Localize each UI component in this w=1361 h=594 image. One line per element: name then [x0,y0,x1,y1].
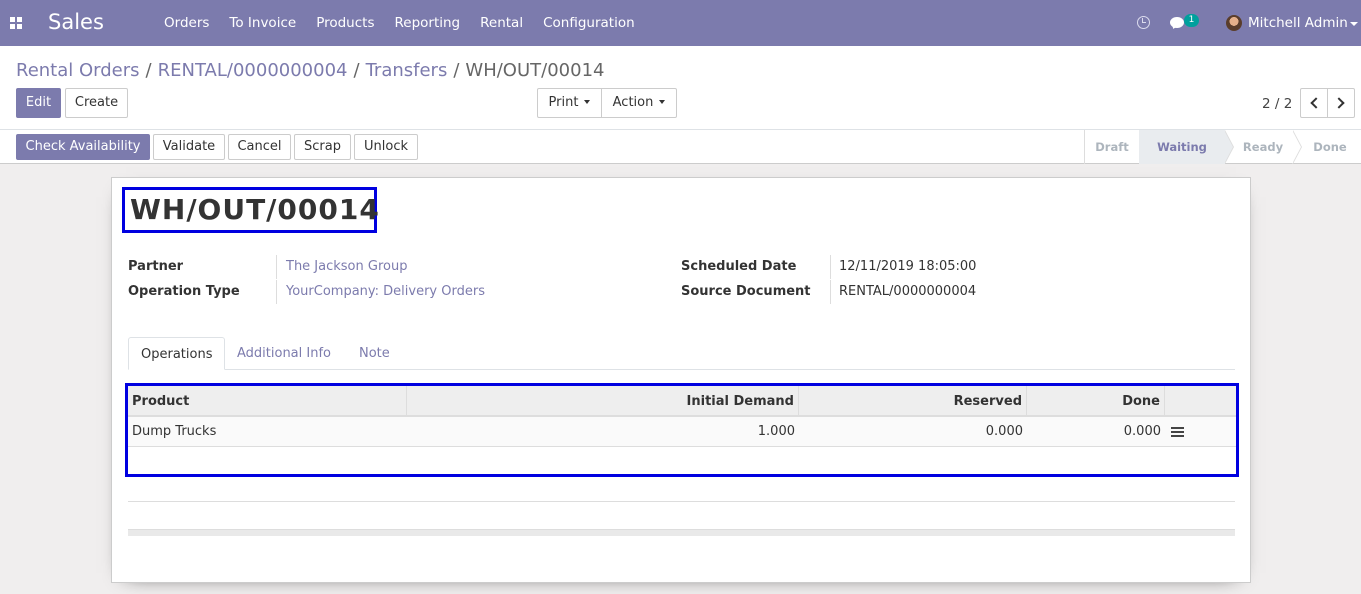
breadcrumb-rental-orders[interactable]: Rental Orders [16,60,140,81]
stage-waiting[interactable]: Waiting [1139,130,1225,164]
caret-down-icon [584,100,591,104]
pager-previous-button[interactable] [1300,88,1328,118]
scheduled-date-field[interactable]: 12/11/2019 18:05:00 [839,259,976,274]
unlock-button[interactable]: Unlock [354,134,418,160]
tab-additional-info[interactable]: Additional Info [225,337,343,370]
column-header-reserved[interactable]: Reserved [799,386,1027,417]
table-footer-bar [128,529,1235,536]
stage-arrow-fill [1292,130,1301,164]
table-row[interactable]: Dump Trucks 1.000 0.000 0.000 [128,417,1236,447]
operations-table: Product Initial Demand Reserved Done Dum… [125,383,1239,477]
divider [128,501,1235,502]
cell-reserved[interactable]: 0.000 [799,417,1027,447]
detailed-operations-list-icon[interactable] [1171,427,1184,437]
record-title: WH/OUT/00014 [122,187,379,233]
stage-done[interactable]: Done [1302,130,1358,164]
breadcrumb-transfers[interactable]: Transfers [366,60,448,81]
source-document-field[interactable]: RENTAL/0000000004 [839,284,976,299]
top-navbar: Sales Orders To Invoice Products Reporti… [0,0,1361,46]
field-divider [830,255,831,279]
user-menu-name[interactable]: Mitchell Admin [1248,15,1348,31]
form-sheet: WH/OUT/00014 Partner The Jackson Group O… [111,177,1251,583]
control-panel: Rental Orders / RENTAL/0000000004/Transfer… [0,46,1361,130]
validate-button[interactable]: Validate [153,134,225,160]
scheduled-date-label: Scheduled Date [681,259,797,274]
print-dropdown[interactable]: Print [537,88,602,118]
breadcrumb: Rental Orders / RENTAL/0000000004/Transfer… [16,60,604,81]
edit-button[interactable]: Edit [16,88,61,118]
notebook-tabs: Operations Additional Info Note [128,337,1235,370]
create-button[interactable]: Create [65,88,128,118]
cell-product[interactable]: Dump Trucks [128,417,407,447]
field-divider [276,255,277,279]
menu-item-orders[interactable]: Orders [154,0,219,46]
status-bar: Check Availability Validate Cancel Scrap… [0,130,1361,164]
caret-down-icon [659,100,666,104]
apps-menu-icon[interactable] [10,17,22,29]
scrap-button[interactable]: Scrap [294,134,351,160]
cell-initial-demand[interactable]: 1.000 [407,417,799,447]
partner-field[interactable]: The Jackson Group [286,259,407,274]
stage-pipeline: Draft Waiting Ready Done [1084,130,1361,164]
chevron-down-icon[interactable] [1350,22,1358,26]
activity-clock-icon[interactable] [1137,16,1150,29]
partner-label: Partner [128,259,184,274]
cancel-button[interactable]: Cancel [228,134,291,160]
column-header-product[interactable]: Product [128,386,407,417]
avatar[interactable] [1226,15,1242,31]
column-header-done[interactable]: Done [1027,386,1165,417]
chevron-right-icon [1333,97,1345,109]
table-header: Product Initial Demand Reserved Done [128,386,1236,417]
menu-item-to-invoice[interactable]: To Invoice [219,0,306,46]
tab-operations[interactable]: Operations [128,337,226,370]
pager-next-button[interactable] [1327,88,1355,118]
stage-active-arrow [1224,130,1233,164]
menu-item-products[interactable]: Products [306,0,384,46]
field-divider [830,280,831,304]
chevron-left-icon [1310,97,1322,109]
stage-draft[interactable]: Draft [1085,130,1139,164]
pager-value[interactable]: 2 / 2 [1262,96,1292,112]
cell-done[interactable]: 0.000 [1027,417,1165,447]
app-brand: Sales [48,10,104,34]
column-header-initial-demand[interactable]: Initial Demand [407,386,799,417]
breadcrumb-separator: / [145,60,152,81]
operation-type-label: Operation Type [128,284,240,299]
operation-type-field[interactable]: YourCompany: Delivery Orders [286,284,485,299]
field-divider [276,280,277,304]
tab-note[interactable]: Note [347,337,402,370]
breadcrumb-rental-order[interactable]: RENTAL/0000000004 [158,60,348,81]
source-document-label: Source Document [681,284,811,299]
print-label: Print [548,95,579,110]
breadcrumb-separator: / [353,60,360,81]
breadcrumb-current: WH/OUT/00014 [465,60,605,81]
chat-icon[interactable] [1170,17,1184,28]
menu-item-reporting[interactable]: Reporting [384,0,470,46]
chat-count-badge: 1 [1184,14,1199,27]
stage-ready[interactable]: Ready [1233,130,1293,164]
action-dropdown[interactable]: Action [601,88,677,118]
check-availability-button[interactable]: Check Availability [16,134,150,160]
menu-item-configuration[interactable]: Configuration [533,0,645,46]
menu-item-rental[interactable]: Rental [470,0,533,46]
main-menu: Orders To Invoice Products Reporting Ren… [154,0,645,46]
action-label: Action [612,95,654,110]
breadcrumb-separator: / [453,60,460,81]
